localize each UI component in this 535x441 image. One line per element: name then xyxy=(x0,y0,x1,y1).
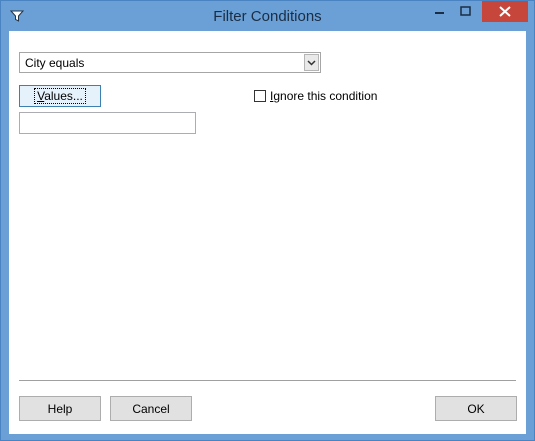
maximize-button[interactable] xyxy=(452,1,478,22)
values-button-label: Values... xyxy=(34,88,86,104)
ignore-condition-label: Ignore this condition xyxy=(270,89,378,103)
help-button-label: Help xyxy=(47,402,73,416)
minimize-button[interactable] xyxy=(426,1,452,22)
cancel-button[interactable]: Cancel xyxy=(110,396,192,421)
help-button[interactable]: Help xyxy=(19,396,101,421)
values-button[interactable]: Values... xyxy=(19,85,101,107)
condition-select[interactable]: City equals xyxy=(19,52,321,73)
values-text-field[interactable] xyxy=(19,112,196,134)
dropdown-button[interactable] xyxy=(304,54,319,71)
dialog-window: Filter Conditions City equals Values... … xyxy=(0,0,535,441)
maximize-icon xyxy=(460,6,471,16)
close-icon xyxy=(499,6,511,17)
ignore-condition-checkbox[interactable] xyxy=(254,90,266,102)
minimize-icon xyxy=(435,12,444,14)
footer-divider xyxy=(19,380,516,381)
dialog-content: City equals Values... Ignore this condit… xyxy=(9,31,526,434)
cancel-button-label: Cancel xyxy=(132,402,170,416)
chevron-down-icon xyxy=(307,60,316,66)
ok-button[interactable]: OK xyxy=(435,396,517,421)
condition-select-value: City equals xyxy=(25,56,85,70)
title-bar[interactable]: Filter Conditions xyxy=(1,1,534,31)
close-button[interactable] xyxy=(482,1,528,22)
ok-button-label: OK xyxy=(467,402,485,416)
